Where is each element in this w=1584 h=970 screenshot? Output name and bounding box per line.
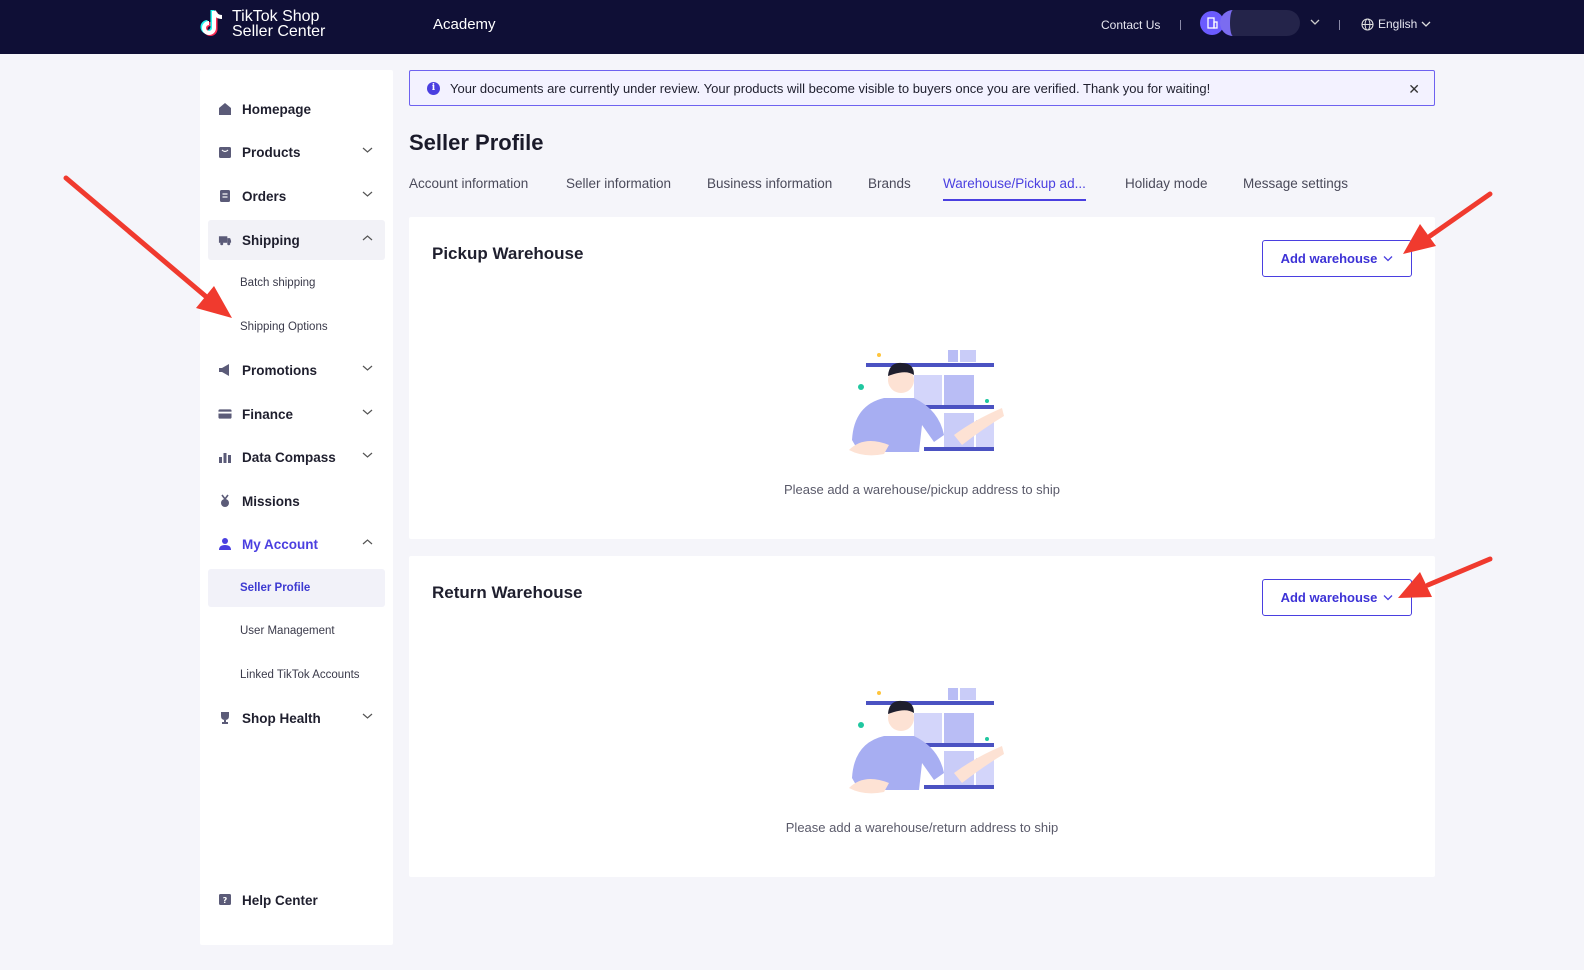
chart-icon xyxy=(218,450,232,464)
tab-seller-information[interactable]: Seller information xyxy=(566,176,671,201)
sidebar-item-help-center[interactable]: ? Help Center xyxy=(208,880,385,920)
sidebar-item-homepage[interactable]: Homepage xyxy=(208,89,385,129)
megaphone-icon xyxy=(218,363,232,377)
tab-warehouse-pickup[interactable]: Warehouse/Pickup ad... xyxy=(943,176,1086,201)
top-bar: TikTok Shop Seller Center Academy Contac… xyxy=(0,0,1584,54)
pickup-empty-message: Please add a warehouse/pickup address to… xyxy=(783,482,1061,497)
sidebar-item-shipping[interactable]: Shipping xyxy=(208,220,385,260)
svg-text:?: ? xyxy=(223,896,228,905)
divider xyxy=(1180,20,1181,30)
review-notice-banner: i Your documents are currently under rev… xyxy=(409,70,1435,106)
brand-subtitle: Seller Center xyxy=(232,23,326,40)
add-pickup-warehouse-button[interactable]: Add warehouse xyxy=(1262,240,1412,277)
medal-icon xyxy=(218,494,232,508)
tab-account-information[interactable]: Account information xyxy=(409,176,528,201)
empty-warehouse-illustration xyxy=(849,688,1004,794)
sidebar-item-seller-profile[interactable]: Seller Profile xyxy=(208,569,385,607)
tiktok-shop-logo[interactable]: TikTok Shop Seller Center xyxy=(200,8,325,40)
sidebar-item-label: Shop Health xyxy=(242,710,321,726)
language-label: English xyxy=(1378,17,1418,31)
trophy-icon xyxy=(218,711,232,725)
sidebar-item-label: Missions xyxy=(242,493,300,509)
return-empty-message: Please add a warehouse/return address to… xyxy=(785,820,1059,835)
return-warehouse-title: Return Warehouse xyxy=(432,583,583,602)
sidebar-item-label: Finance xyxy=(242,406,294,422)
sidebar: Homepage Products Orders Shipping Batch … xyxy=(200,70,393,945)
sidebar-item-label: Promotions xyxy=(242,362,318,378)
sidebar-item-label: My Account xyxy=(242,536,319,552)
notice-text: Your documents are currently under revie… xyxy=(450,80,1211,96)
help-icon: ? xyxy=(218,893,232,907)
add-warehouse-label: Add warehouse xyxy=(1280,590,1378,605)
sidebar-item-linked-tiktok-accounts[interactable]: Linked TikTok Accounts xyxy=(208,656,385,694)
chevron-down-icon xyxy=(362,365,373,371)
home-icon xyxy=(218,102,232,116)
sidebar-item-user-management[interactable]: User Management xyxy=(208,612,385,650)
chevron-down-icon xyxy=(362,147,373,153)
add-warehouse-label: Add warehouse xyxy=(1280,251,1378,266)
account-name-redacted xyxy=(1220,10,1300,36)
card-icon xyxy=(218,407,232,421)
empty-warehouse-illustration xyxy=(849,350,1004,456)
sidebar-item-label: Data Compass xyxy=(242,449,336,465)
page-title: Seller Profile xyxy=(409,130,544,155)
chevron-down-icon xyxy=(362,713,373,719)
info-icon: i xyxy=(427,81,440,95)
pickup-warehouse-card: Pickup Warehouse Add warehouse Please ad… xyxy=(409,217,1435,539)
chevron-down-icon xyxy=(362,191,373,197)
chevron-down-icon xyxy=(1383,256,1393,262)
close-icon[interactable]: ✕ xyxy=(1408,81,1420,98)
tab-business-information[interactable]: Business information xyxy=(707,176,832,201)
sidebar-item-label: Orders xyxy=(242,188,287,204)
tab-message-settings[interactable]: Message settings xyxy=(1243,176,1348,201)
chevron-up-icon xyxy=(362,539,373,545)
orders-icon xyxy=(218,189,232,203)
person-icon xyxy=(218,537,232,551)
sidebar-item-missions[interactable]: Missions xyxy=(208,481,385,521)
sidebar-item-products[interactable]: Products xyxy=(208,132,385,172)
sidebar-item-shipping-options[interactable]: Shipping Options xyxy=(208,308,385,346)
chevron-down-icon xyxy=(1383,595,1393,601)
globe-icon xyxy=(1361,17,1374,31)
sidebar-item-data-compass[interactable]: Data Compass xyxy=(208,437,385,477)
language-selector[interactable]: English xyxy=(1361,17,1431,31)
chevron-down-icon[interactable] xyxy=(1310,18,1320,26)
truck-icon xyxy=(218,233,232,247)
account-switcher[interactable] xyxy=(1200,10,1300,36)
sidebar-item-batch-shipping[interactable]: Batch shipping xyxy=(208,264,385,302)
sidebar-item-orders[interactable]: Orders xyxy=(208,176,385,216)
sidebar-item-label: Help Center xyxy=(242,892,318,908)
tiktok-logo-icon xyxy=(200,10,223,36)
bag-icon xyxy=(218,145,232,159)
tab-holiday-mode[interactable]: Holiday mode xyxy=(1125,176,1208,201)
chevron-up-icon xyxy=(362,235,373,241)
return-warehouse-card: Return Warehouse Add warehouse Please ad… xyxy=(409,556,1435,877)
chevron-down-icon xyxy=(1421,21,1431,27)
sidebar-item-my-account[interactable]: My Account xyxy=(208,524,385,564)
sidebar-item-label: Homepage xyxy=(242,101,312,117)
contact-us-link[interactable]: Contact Us xyxy=(1101,18,1160,32)
sidebar-item-label: Products xyxy=(242,144,301,160)
sidebar-item-shop-health[interactable]: Shop Health xyxy=(208,698,385,738)
pickup-warehouse-title: Pickup Warehouse xyxy=(432,244,584,263)
tab-brands[interactable]: Brands xyxy=(868,176,911,201)
divider xyxy=(1339,20,1340,30)
sidebar-item-promotions[interactable]: Promotions xyxy=(208,350,385,390)
chevron-down-icon xyxy=(362,452,373,458)
academy-link[interactable]: Academy xyxy=(433,16,496,33)
add-return-warehouse-button[interactable]: Add warehouse xyxy=(1262,579,1412,616)
sidebar-item-label: Shipping xyxy=(242,232,300,248)
sidebar-item-finance[interactable]: Finance xyxy=(208,394,385,434)
chevron-down-icon xyxy=(362,409,373,415)
